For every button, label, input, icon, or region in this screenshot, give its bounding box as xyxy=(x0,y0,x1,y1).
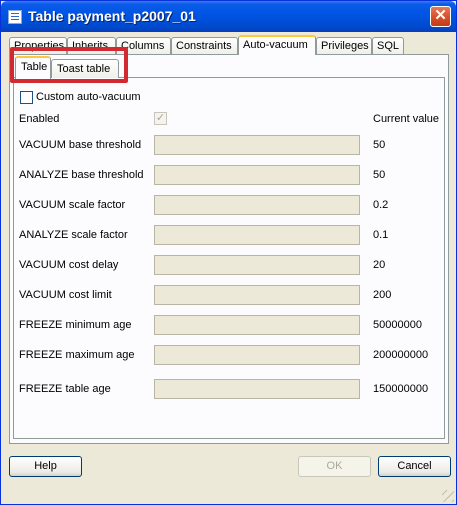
tab-inherits[interactable]: Inherits xyxy=(67,37,116,54)
current-value: 50 xyxy=(373,139,386,151)
setting-label: FREEZE minimum age xyxy=(19,319,132,331)
tab-columns[interactable]: Columns xyxy=(116,37,171,54)
freeze-minimum-age-input[interactable] xyxy=(154,315,360,335)
window-title: Table payment_p2007_01 xyxy=(28,8,196,24)
subtab-toast-table[interactable]: Toast table xyxy=(51,59,119,78)
analyze-base-threshold-input[interactable] xyxy=(154,165,360,185)
title-bar[interactable]: Table payment_p2007_01 ✕ xyxy=(1,1,456,32)
cancel-button[interactable]: Cancel xyxy=(378,456,451,477)
current-value: 0.2 xyxy=(373,199,389,211)
setting-label: FREEZE maximum age xyxy=(19,349,135,361)
setting-label: VACUUM cost delay xyxy=(19,259,119,271)
freeze-maximum-age-input[interactable] xyxy=(154,345,360,365)
custom-autovacuum-label: Custom auto-vacuum xyxy=(36,91,141,103)
analyze-scale-factor-input[interactable] xyxy=(154,225,360,245)
current-value: 20 xyxy=(373,259,386,271)
tab-auto-vacuum[interactable]: Auto-vacuum xyxy=(238,35,316,55)
subtab-table[interactable]: Table xyxy=(15,56,51,79)
current-value: 150000000 xyxy=(373,383,429,395)
current-value: 200000000 xyxy=(373,349,429,361)
setting-label: VACUUM base threshold xyxy=(19,139,142,151)
vacuum-scale-factor-input[interactable] xyxy=(154,195,360,215)
resize-grip-icon[interactable] xyxy=(442,490,454,502)
vacuum-cost-limit-input[interactable] xyxy=(154,285,360,305)
custom-autovacuum-checkbox[interactable] xyxy=(20,91,33,104)
table-icon xyxy=(8,10,22,24)
current-value: 200 xyxy=(373,289,392,301)
tab-sql[interactable]: SQL xyxy=(372,37,404,54)
setting-label: VACUUM cost limit xyxy=(19,289,112,301)
current-value: 0.1 xyxy=(373,229,389,241)
ok-button[interactable]: OK xyxy=(298,456,371,477)
setting-label: VACUUM scale factor xyxy=(19,199,126,211)
freeze-table-age-input[interactable] xyxy=(154,379,360,399)
setting-label: ANALYZE base threshold xyxy=(19,169,144,181)
vacuum-cost-delay-input[interactable] xyxy=(154,255,360,275)
setting-label: FREEZE table age xyxy=(19,383,111,395)
tab-properties[interactable]: Properties xyxy=(9,37,67,54)
current-value: 50000000 xyxy=(373,319,422,331)
close-button[interactable]: ✕ xyxy=(430,6,451,27)
vacuum-base-threshold-input[interactable] xyxy=(154,135,360,155)
help-button[interactable]: Help xyxy=(9,456,82,477)
enabled-label: Enabled xyxy=(19,113,60,125)
tab-constraints[interactable]: Constraints xyxy=(171,37,238,54)
tab-privileges[interactable]: Privileges xyxy=(316,37,372,54)
current-value-header: Current value xyxy=(373,113,440,125)
setting-label: ANALYZE scale factor xyxy=(19,229,128,241)
current-value: 50 xyxy=(373,169,386,181)
dialog-window: Table payment_p2007_01 ✕ Properties Inhe… xyxy=(0,0,457,505)
enabled-checkbox[interactable]: ✓ xyxy=(154,112,167,125)
